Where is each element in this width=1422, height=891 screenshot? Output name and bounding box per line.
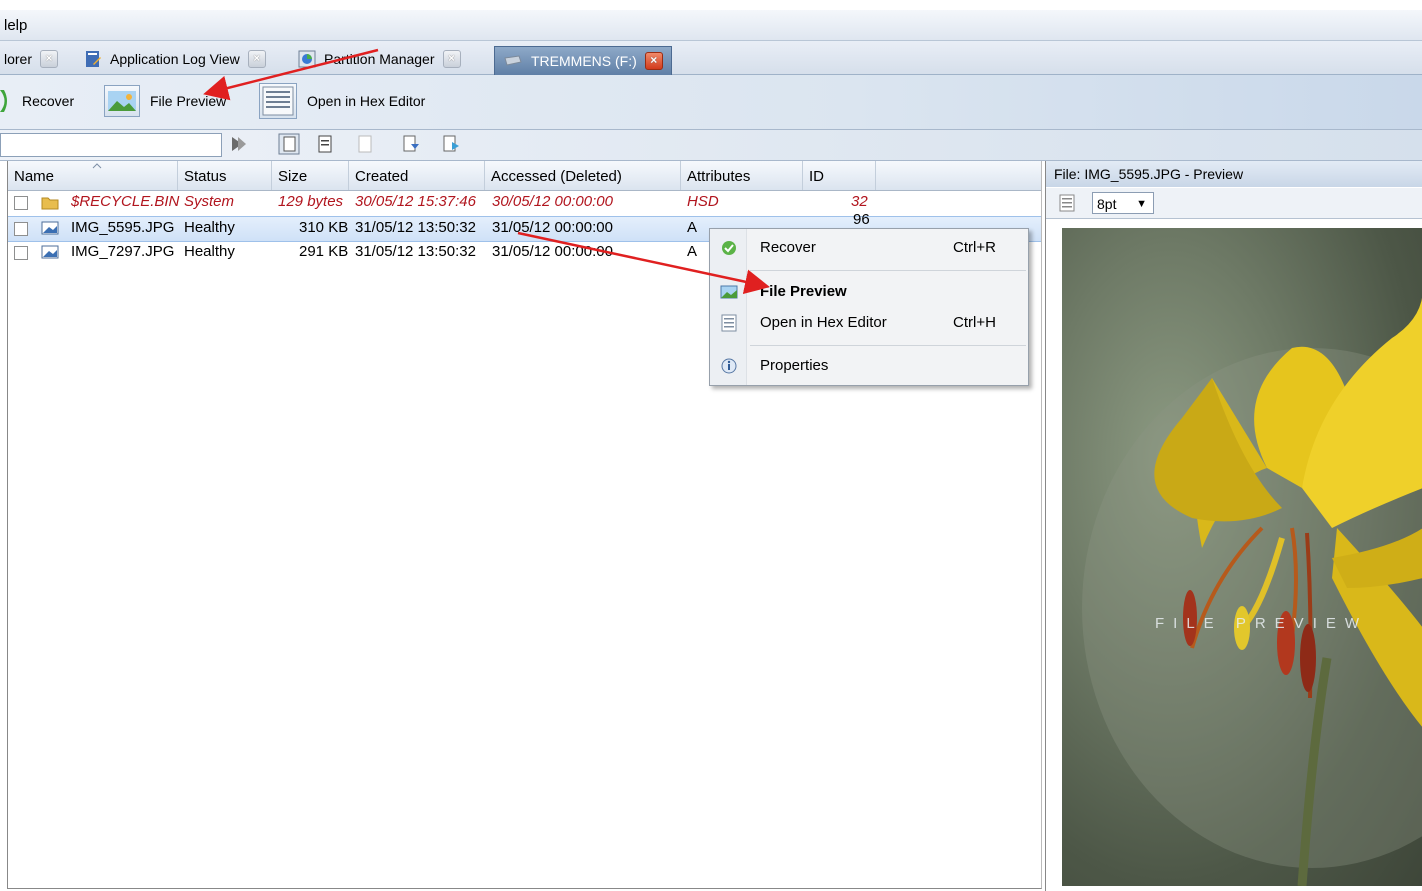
- cell-accessed: 30/05/12 00:00:00: [492, 193, 613, 210]
- cell-id: 32: [851, 193, 868, 210]
- recover-label: Recover: [22, 93, 75, 109]
- close-icon[interactable]: ×: [644, 52, 663, 70]
- table-header: Name Status Size Created Accessed (Delet…: [8, 161, 1041, 191]
- column-attributes[interactable]: Attributes: [681, 161, 803, 190]
- blank-page-icon[interactable]: [356, 134, 374, 154]
- menu-item-label: File Preview: [760, 283, 847, 300]
- cell-name: IMG_5595.JPG: [71, 219, 175, 236]
- menu-item-recover[interactable]: Recover Ctrl+R: [710, 234, 1028, 262]
- hex-icon: [259, 83, 297, 119]
- folder-icon: [41, 197, 59, 210]
- text-view-icon[interactable]: [1058, 193, 1076, 213]
- menu-item-shortcut: Ctrl+H: [953, 314, 996, 331]
- image-icon: [104, 85, 140, 117]
- view-details-icon[interactable]: [278, 133, 300, 155]
- info-icon: [721, 358, 737, 374]
- image-file-icon: [41, 221, 59, 235]
- menu-help[interactable]: lelp: [4, 17, 27, 34]
- cell-size: 291 KB: [299, 243, 349, 260]
- cell-created: 31/05/12 13:50:32: [355, 219, 476, 236]
- menu-item-label: Properties: [760, 357, 829, 374]
- tab-partition-manager[interactable]: Partition Manager ×: [298, 45, 461, 73]
- cell-name: $RECYCLE.BIN: [71, 193, 180, 210]
- secondary-toolbar: [0, 130, 1422, 161]
- tab-label: Application Log View: [110, 51, 240, 67]
- tab-label: lorer: [4, 51, 33, 67]
- menu-item-properties[interactable]: Properties: [710, 352, 1028, 380]
- chevron-down-icon: ▼: [1136, 198, 1147, 210]
- refresh-icon[interactable]: [442, 134, 460, 154]
- cell-size: 129 bytes: [278, 193, 344, 210]
- preview-title: File: IMG_5595.JPG - Preview: [1046, 161, 1422, 187]
- preview-image: FILE PREVIEW: [1062, 228, 1422, 886]
- partition-icon: [298, 50, 316, 68]
- recover-icon: [0, 90, 7, 112]
- menu-item-hex-editor[interactable]: Open in Hex Editor Ctrl+H: [710, 309, 1028, 337]
- menu-item-label: Open in Hex Editor: [760, 314, 887, 331]
- preview-toolbar: 8pt ▼: [1046, 188, 1422, 219]
- tab-label: TREMMENS (F:): [531, 53, 637, 69]
- drive-icon: [504, 55, 522, 66]
- tab-explorer[interactable]: lorer ×: [4, 45, 59, 73]
- close-icon[interactable]: ×: [40, 50, 59, 68]
- menu-item-file-preview[interactable]: File Preview: [710, 278, 1028, 306]
- cell-status: System: [184, 193, 235, 210]
- cell-attributes: A: [687, 219, 698, 236]
- menu-bar: lelp: [0, 10, 1422, 41]
- menu-separator: [750, 270, 1026, 271]
- export-icon[interactable]: [402, 134, 420, 154]
- file-preview-button[interactable]: File Preview: [104, 83, 226, 119]
- column-status[interactable]: Status: [178, 161, 272, 190]
- image-icon: [720, 285, 738, 299]
- tab-tremmens-drive[interactable]: TREMMENS (F:) ×: [494, 46, 672, 75]
- image-file-icon: [41, 245, 59, 259]
- column-size[interactable]: Size: [272, 161, 349, 190]
- document-icon[interactable]: [316, 134, 334, 154]
- cell-created: 30/05/12 15:37:46: [355, 193, 476, 210]
- flower-photo: [1082, 297, 1422, 886]
- cell-created: 31/05/12 13:50:32: [355, 243, 476, 260]
- context-menu: Recover Ctrl+R File Preview Open in Hex …: [709, 228, 1029, 386]
- preview-panel: File: IMG_5595.JPG - Preview 8pt ▼ FILE …: [1045, 161, 1422, 891]
- hex-icon: [721, 314, 737, 332]
- log-icon: [86, 51, 101, 67]
- cell-status: Healthy: [184, 219, 235, 236]
- cell-attributes: A: [687, 243, 698, 260]
- column-accessed[interactable]: Accessed (Deleted): [485, 161, 681, 190]
- main-toolbar: Recover File Preview Open in Hex Editor: [0, 75, 1422, 130]
- recover-icon: [722, 241, 736, 255]
- menu-item-label: Recover: [760, 239, 816, 256]
- hex-editor-label: Open in Hex Editor: [307, 93, 426, 109]
- cell-id: 96: [853, 211, 870, 228]
- cell-attributes: HSD: [687, 193, 719, 210]
- cell-name: IMG_7297.JPG: [71, 243, 175, 260]
- row-checkbox[interactable]: [14, 222, 28, 236]
- filter-icon[interactable]: [230, 134, 248, 154]
- tab-bar: lorer × Application Log View × Partition…: [0, 41, 1422, 75]
- search-input[interactable]: [0, 133, 222, 157]
- window-top-edge: [0, 0, 1422, 10]
- table-row[interactable]: $RECYCLE.BIN System 129 bytes 30/05/12 1…: [8, 191, 1041, 215]
- preview-watermark: FILE PREVIEW: [1155, 615, 1369, 632]
- cell-size: 310 KB: [299, 219, 349, 236]
- column-id[interactable]: ID: [803, 161, 876, 190]
- font-size-select[interactable]: 8pt ▼: [1092, 192, 1154, 214]
- row-checkbox[interactable]: [14, 246, 28, 260]
- file-preview-label: File Preview: [150, 93, 227, 109]
- close-icon[interactable]: ×: [247, 50, 266, 68]
- cell-accessed: 31/05/12 00:00:00: [492, 219, 613, 236]
- cell-accessed: 31/05/12 00:00:00: [492, 243, 613, 260]
- column-created[interactable]: Created: [349, 161, 485, 190]
- tab-application-log-view[interactable]: Application Log View ×: [84, 45, 266, 73]
- menu-item-shortcut: Ctrl+R: [953, 239, 996, 256]
- tab-label: Partition Manager: [324, 51, 435, 67]
- font-size-value: 8pt: [1097, 196, 1117, 212]
- row-checkbox[interactable]: [14, 196, 28, 210]
- cell-status: Healthy: [184, 243, 235, 260]
- menu-separator: [750, 345, 1026, 346]
- hex-editor-button[interactable]: Open in Hex Editor: [259, 83, 425, 119]
- sort-arrow-icon: [92, 163, 102, 169]
- recover-button[interactable]: Recover: [0, 83, 74, 119]
- close-icon[interactable]: ×: [442, 50, 461, 68]
